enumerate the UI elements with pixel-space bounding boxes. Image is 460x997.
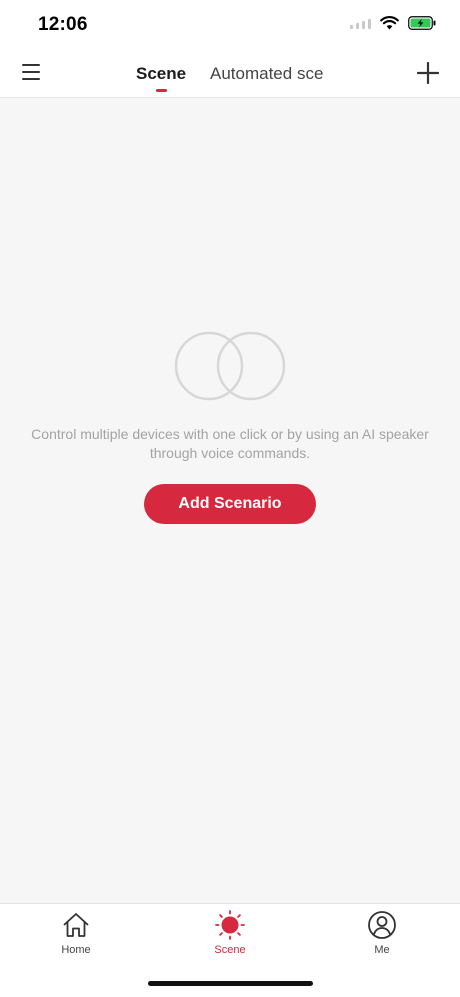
status-bar: 12:06	[0, 0, 460, 50]
plus-icon[interactable]	[417, 62, 439, 84]
linked-rings-icon	[174, 331, 286, 401]
active-tab-indicator	[156, 89, 167, 92]
tab-scene[interactable]: Scene	[136, 64, 186, 84]
nav-label-home: Home	[61, 944, 91, 956]
user-icon	[368, 911, 396, 939]
nav-item-scene[interactable]: Scene	[190, 910, 270, 956]
top-bar: Scene Automated sce	[0, 50, 460, 98]
status-time: 12:06	[38, 14, 88, 35]
status-icons	[350, 16, 436, 30]
home-icon	[63, 913, 89, 937]
scene-sun-icon	[215, 910, 245, 940]
nav-label-scene: Scene	[214, 944, 246, 956]
wifi-icon	[380, 16, 399, 30]
empty-state-message: Control multiple devices with one click …	[31, 426, 429, 461]
cellular-signal-icon	[350, 17, 371, 29]
menu-icon[interactable]	[22, 64, 42, 82]
tab-automated-scene[interactable]: Automated sce	[210, 64, 323, 84]
add-scenario-button[interactable]: Add Scenario	[144, 484, 316, 524]
nav-label-me: Me	[374, 944, 390, 956]
nav-item-me[interactable]: Me	[342, 910, 422, 956]
nav-item-home[interactable]: Home	[36, 910, 116, 956]
home-indicator	[148, 981, 313, 986]
empty-state: Control multiple devices with one click …	[0, 330, 460, 524]
battery-charging-icon	[408, 16, 436, 30]
